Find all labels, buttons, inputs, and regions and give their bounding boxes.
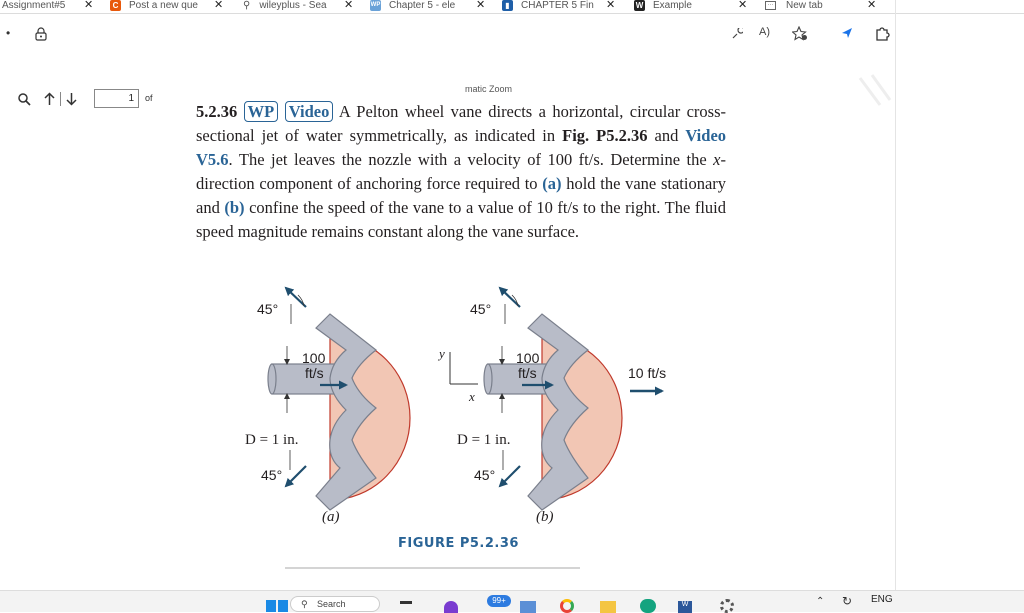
- favorite-star-icon[interactable]: [792, 26, 808, 41]
- angle-label-bottom-b: 45°: [474, 467, 495, 483]
- tab-post-question[interactable]: C Post a new que ✕: [110, 0, 230, 13]
- wikipedia-icon: W: [634, 0, 645, 11]
- edge-icon[interactable]: [640, 599, 656, 613]
- windows-start-icon[interactable]: [266, 600, 288, 612]
- tab-bar: Assignment#5 ✕ C Post a new que ✕ ⚲ wile…: [0, 0, 1024, 14]
- read-aloud-icon[interactable]: A): [759, 26, 770, 38]
- velocity-label-b: 100: [516, 350, 540, 366]
- angle-label-bottom-a: 45°: [261, 467, 282, 483]
- vane-speed-label: 10 ft/s: [628, 365, 666, 381]
- chegg-icon: C: [110, 0, 121, 11]
- page-number-input[interactable]: 1: [94, 89, 139, 108]
- part-label-b: (b): [536, 509, 554, 525]
- figure-caption: FIGURE P5.2.36: [398, 536, 519, 551]
- search-icon: ⚲: [301, 599, 308, 609]
- app-icon-purple[interactable]: [444, 601, 458, 613]
- task-view-icon[interactable]: [400, 601, 412, 604]
- toolbar-divider: [60, 92, 61, 106]
- vane-a: [315, 313, 377, 511]
- tab-wileyplus-search[interactable]: ⚲ wileyplus - Sea ✕: [243, 0, 358, 13]
- tab-new-tab[interactable]: ··· New tab ✕: [765, 0, 895, 13]
- axes-indicator: [449, 352, 478, 385]
- search-icon[interactable]: [18, 93, 31, 106]
- send-arrow-icon[interactable]: [841, 27, 853, 39]
- velocity-unit-b: ft/s: [518, 365, 537, 381]
- angle-label-top-b: 45°: [470, 301, 491, 317]
- lock-icon[interactable]: [35, 27, 47, 41]
- exit-arrow-bottom-a: [284, 465, 307, 488]
- tab-chapter5-fin[interactable]: ▮ CHAPTER 5 Fin ✕: [502, 0, 624, 13]
- extensions-icon[interactable]: [874, 25, 891, 42]
- exit-arrow-top-b: [498, 286, 521, 308]
- velocity-label-a: 100: [302, 350, 326, 366]
- find-in-page-icon[interactable]: [731, 28, 743, 40]
- figure-part-a: [267, 286, 411, 511]
- tab-example[interactable]: W Example ✕: [634, 0, 754, 13]
- velocity-unit-a: ft/s: [305, 365, 324, 381]
- close-tab-icon[interactable]: ✕: [606, 0, 615, 11]
- pdf-document: matic Zoom 5.2.36 WP Video A Pelton whee…: [190, 84, 750, 588]
- angle-label-top-a: 45°: [257, 301, 278, 317]
- settings-gear-icon[interactable]: [720, 599, 734, 613]
- wileyplus-icon: WP: [370, 0, 381, 11]
- page-count-label: of: [145, 93, 153, 103]
- app-icon-blue[interactable]: [520, 601, 536, 613]
- new-tab-icon: ···: [765, 0, 776, 10]
- exit-arrow-top-a: [284, 286, 307, 308]
- language-indicator[interactable]: ENG: [871, 594, 893, 605]
- diameter-label-a: D = 1 in.: [245, 432, 298, 448]
- taskbar-search-box[interactable]: ⚲ Search: [290, 596, 380, 612]
- chevron-up-icon[interactable]: ⌃: [816, 596, 824, 607]
- word-icon[interactable]: W: [678, 601, 692, 613]
- tab-chapter5[interactable]: WP Chapter 5 - ele ✕: [370, 0, 495, 13]
- close-tab-icon[interactable]: ✕: [476, 0, 485, 11]
- file-explorer-icon[interactable]: [600, 601, 616, 613]
- arrow-down-icon[interactable]: [66, 92, 77, 106]
- close-tab-icon[interactable]: ✕: [214, 0, 223, 11]
- arrow-up-icon[interactable]: [44, 92, 55, 106]
- notification-badge: 99+: [487, 595, 511, 607]
- close-tab-icon[interactable]: ✕: [344, 0, 353, 11]
- axis-x-label: x: [468, 389, 475, 404]
- close-tab-icon[interactable]: ✕: [867, 0, 876, 11]
- chrome-icon[interactable]: [560, 599, 574, 613]
- back-dot-icon[interactable]: •: [6, 26, 10, 40]
- diameter-label-b: D = 1 in.: [457, 432, 510, 448]
- close-tab-icon[interactable]: ✕: [84, 0, 93, 11]
- search-icon: ⚲: [243, 0, 251, 11]
- taskbar: ⚲ Search 99+ W ⌃ ↻ ENG: [0, 590, 1024, 613]
- book-icon: ▮: [502, 0, 513, 11]
- axis-y-label: y: [437, 346, 445, 361]
- tab-assignment[interactable]: Assignment#5 ✕: [2, 0, 98, 13]
- figure-p5-2-36: 45° 45° 100 ft/s D = 1 in. (a) y x 45° 4…: [245, 286, 666, 569]
- refresh-icon[interactable]: ↻: [842, 594, 852, 608]
- figure-part-b: [483, 286, 664, 511]
- vane-b: [527, 313, 589, 511]
- close-tab-icon[interactable]: ✕: [738, 0, 747, 11]
- part-label-a: (a): [322, 509, 340, 525]
- address-bar: • A): [0, 15, 1024, 55]
